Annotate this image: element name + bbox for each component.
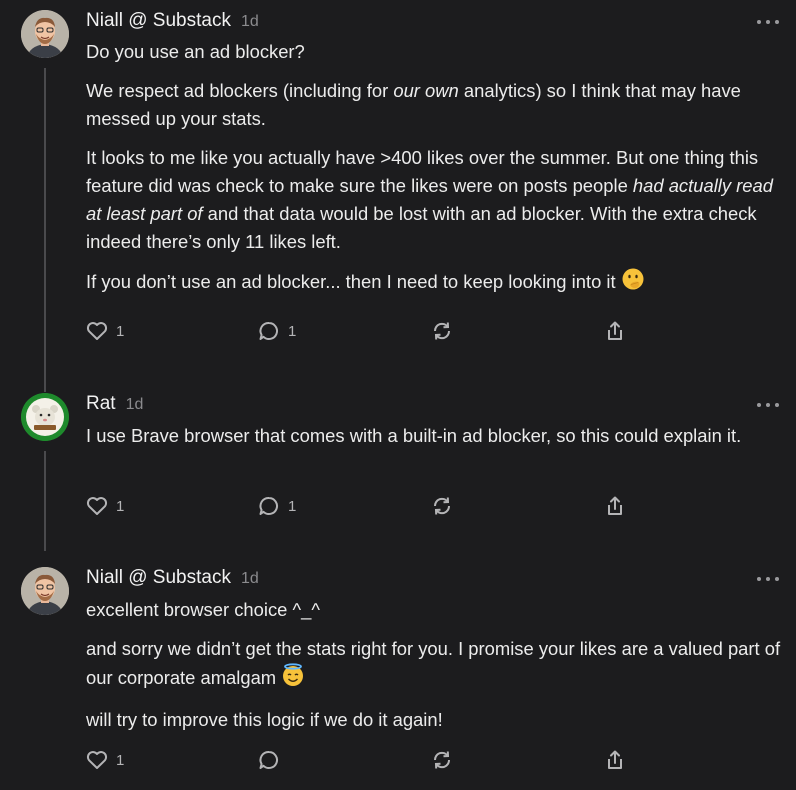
avatar[interactable] (21, 393, 69, 441)
more-icon[interactable] (757, 572, 779, 586)
like-count: 1 (116, 497, 125, 515)
comment-paragraph: It looks to me like you actually have >4… (86, 147, 773, 252)
comment: Rat 1d I use Brave browser that comes wit… (0, 393, 796, 551)
share-icon (608, 750, 622, 769)
more-icon[interactable] (757, 398, 779, 412)
share-icon (608, 321, 622, 340)
avatar[interactable] (21, 567, 69, 615)
avatar[interactable] (21, 10, 69, 58)
comment-paragraph: We respect ad blockers (including for ou… (86, 80, 741, 129)
reply-button[interactable]: 1 (258, 492, 296, 520)
comment-actions: 1 (86, 746, 646, 774)
like-button[interactable]: 1 (86, 746, 124, 774)
reply-count: 1 (288, 322, 297, 340)
comment-paragraph: and sorry we didn’t get the stats right … (86, 635, 786, 695)
comment-icon (259, 497, 278, 515)
thread-line (44, 451, 46, 551)
comment-body: excellent browser choice ^_^ and sorry w… (86, 596, 786, 734)
comment-header: Niall @ Substack 1d (86, 567, 259, 593)
share-button[interactable] (605, 492, 625, 520)
emphasized-text: our own (393, 80, 459, 101)
thread-line (44, 68, 46, 392)
author-name[interactable]: Niall @ Substack (86, 567, 231, 588)
heart-icon (86, 322, 108, 340)
like-button[interactable]: 1 (86, 317, 124, 345)
timestamp[interactable]: 1d (126, 396, 144, 413)
comment-paragraph: If you don’t use an ad blocker... then I… (86, 267, 786, 299)
author-name[interactable]: Rat (86, 393, 116, 414)
smiling-face-with-halo-icon (281, 663, 305, 695)
comment-body: Do you use an ad blocker? We respect ad … (86, 38, 786, 299)
comment-actions: 1 1 (86, 317, 646, 345)
heart-icon (86, 497, 108, 515)
comment-thread: Niall @ Substack 1d Do you use an ad bloc… (0, 0, 796, 790)
comment-icon (259, 751, 278, 769)
comment-paragraph: excellent browser choice ^_^ (86, 599, 320, 620)
restack-icon (433, 751, 451, 769)
share-button[interactable] (605, 317, 625, 345)
share-icon (608, 496, 622, 515)
comment-header: Niall @ Substack 1d (86, 10, 259, 36)
reply-button[interactable]: 1 (258, 317, 296, 345)
restack-button[interactable] (431, 492, 453, 520)
timestamp[interactable]: 1d (241, 570, 259, 587)
like-button[interactable]: 1 (86, 492, 124, 520)
face-with-hand-over-mouth-icon (621, 267, 645, 299)
comment-text: If you don’t use an ad blocker... then I… (86, 271, 616, 292)
restack-button[interactable] (431, 746, 453, 774)
comment: Niall @ Substack 1d excellent browser cho… (0, 567, 796, 777)
comment-paragraph: Do you use an ad blocker? (86, 41, 305, 62)
comment-header: Rat 1d (86, 393, 143, 419)
restack-icon (433, 322, 451, 340)
reply-button[interactable] (258, 746, 288, 774)
timestamp[interactable]: 1d (241, 13, 259, 30)
like-count: 1 (116, 751, 125, 769)
like-count: 1 (116, 322, 125, 340)
comment-paragraph: I use Brave browser that comes with a bu… (86, 425, 742, 446)
comment-actions: 1 1 (86, 492, 646, 520)
share-button[interactable] (605, 746, 625, 774)
more-icon[interactable] (757, 15, 779, 29)
emphasized-text: had actually read at least part of (86, 175, 773, 224)
comment-body: I use Brave browser that comes with a bu… (86, 422, 786, 450)
restack-icon (433, 497, 451, 515)
comment-icon (259, 322, 278, 340)
comment-text: and sorry we didn’t get the stats right … (86, 638, 781, 688)
heart-icon (86, 751, 108, 769)
author-name[interactable]: Niall @ Substack (86, 10, 231, 31)
reply-count: 1 (288, 497, 297, 515)
comment-paragraph: will try to improve this logic if we do … (86, 709, 443, 730)
restack-button[interactable] (431, 317, 453, 345)
comment: Niall @ Substack 1d Do you use an ad bloc… (0, 10, 796, 392)
